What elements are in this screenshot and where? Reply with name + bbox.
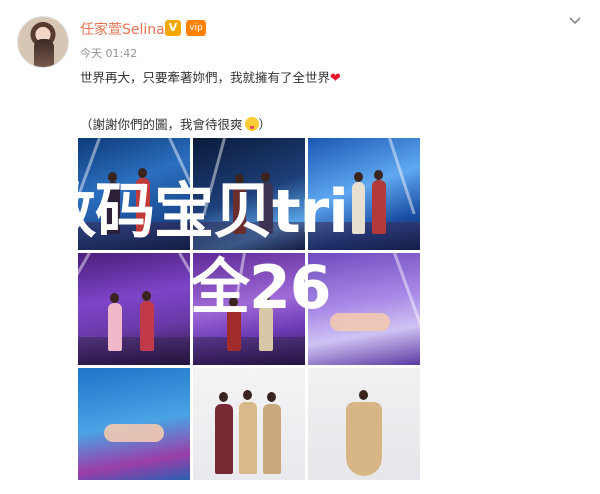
model-head [359,390,368,400]
holding-hands [330,313,390,331]
model-head [267,392,276,402]
post-meta: 今天 01:42 [80,45,137,61]
username-link[interactable]: 任家萱Selina [80,19,165,39]
light-beam [393,253,420,329]
verified-badge-icon: V [165,20,181,36]
performer-head [374,170,383,180]
holding-hands [104,424,164,442]
watermark-text-line-1: 数码宝贝tri [36,177,349,247]
watermark-text-line-2: 全26 [190,253,331,323]
model-head [219,392,228,402]
avatar-figure [34,39,54,67]
model-figure [215,404,233,474]
light-beam [78,253,91,324]
vip-badge-icon: vip [186,20,206,36]
performer-figure [372,180,386,234]
model-figure [239,402,257,474]
weibo-post: 任家萱Selina V vip 今天 01:42 世界再大，只要牽著妳們，我就擁… [0,0,600,494]
photo-4[interactable] [78,253,190,365]
post-text: 世界再大，只要牽著妳們，我就擁有了全世界 [80,70,331,85]
tongue-emoji-icon [244,117,259,131]
stage-floor [193,337,305,365]
performer-head [354,172,363,182]
post-time[interactable]: 今天 01:42 [80,47,137,60]
user-avatar[interactable] [17,16,69,68]
stage-floor [78,337,190,365]
performer-figure [352,182,365,234]
model-figure [263,404,281,474]
performer-head [110,293,119,303]
photo-8[interactable] [193,368,305,480]
light-beam [178,253,190,324]
performer-figure [108,303,122,351]
performer-figure [140,301,154,351]
model-head [243,390,252,400]
post-text-line-1: 世界再大，只要牽著妳們，我就擁有了全世界❤ [80,67,341,86]
performer-head [142,291,151,301]
photo-9[interactable] [308,368,420,480]
light-beam [388,138,416,215]
heart-icon: ❤ [330,71,341,86]
quote-close: ） [258,117,272,132]
photo-7[interactable] [78,368,190,480]
model-figure [346,402,382,476]
chevron-down-icon[interactable] [566,12,584,30]
post-text-line-2: （謝謝你們的圖，我會待很爽 ） [80,114,271,133]
post-text: 謝謝你們的圖，我會待很爽 [92,117,243,132]
quote-open: （ [80,117,93,132]
